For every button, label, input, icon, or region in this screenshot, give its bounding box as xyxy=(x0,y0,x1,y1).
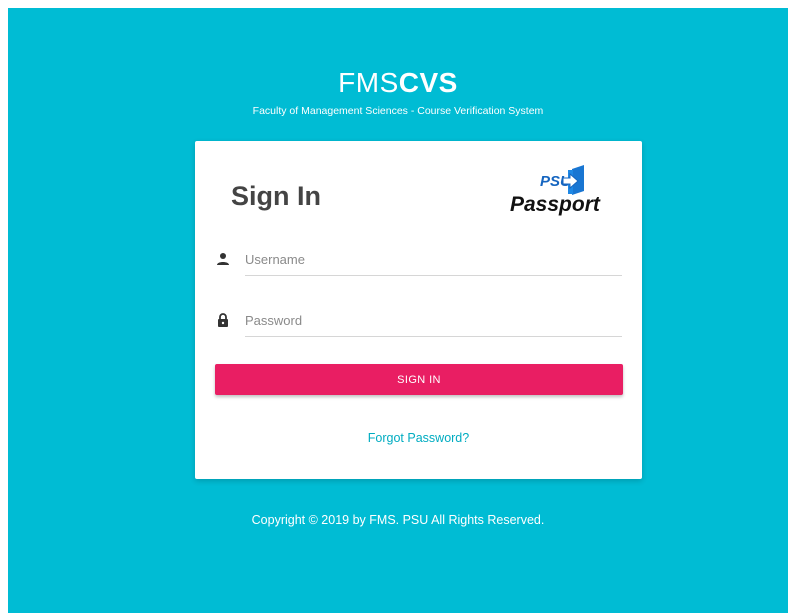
sign-in-heading: Sign In xyxy=(231,181,321,211)
username-field-group xyxy=(215,239,623,279)
page-background: FMSCVS Faculty of Management Sciences - … xyxy=(8,8,788,613)
copyright-footer: Copyright © 2019 by FMS. PSU All Rights … xyxy=(251,513,545,527)
password-input[interactable] xyxy=(245,304,622,337)
app-title-bold: CVS xyxy=(398,67,458,98)
forgot-password-link[interactable]: Forgot Password? xyxy=(195,431,642,445)
app-title: FMSCVS xyxy=(8,66,788,100)
passport-arrow-icon xyxy=(562,165,584,195)
app-subtitle: Faculty of Management Sciences - Course … xyxy=(252,105,544,117)
user-icon xyxy=(217,253,229,265)
psu-passport-logo: PSU Passport xyxy=(510,165,601,216)
password-field-group xyxy=(215,300,623,340)
username-input[interactable] xyxy=(245,243,622,276)
logo-passport-text: Passport xyxy=(510,193,601,216)
brand-header: FMSCVS Faculty of Management Sciences - … xyxy=(8,66,788,118)
sign-in-button[interactable]: SIGN IN xyxy=(215,364,623,395)
login-card: Sign In PSU Passport S xyxy=(195,141,642,479)
app-title-light: FMS xyxy=(338,67,399,98)
lock-icon xyxy=(218,313,228,327)
